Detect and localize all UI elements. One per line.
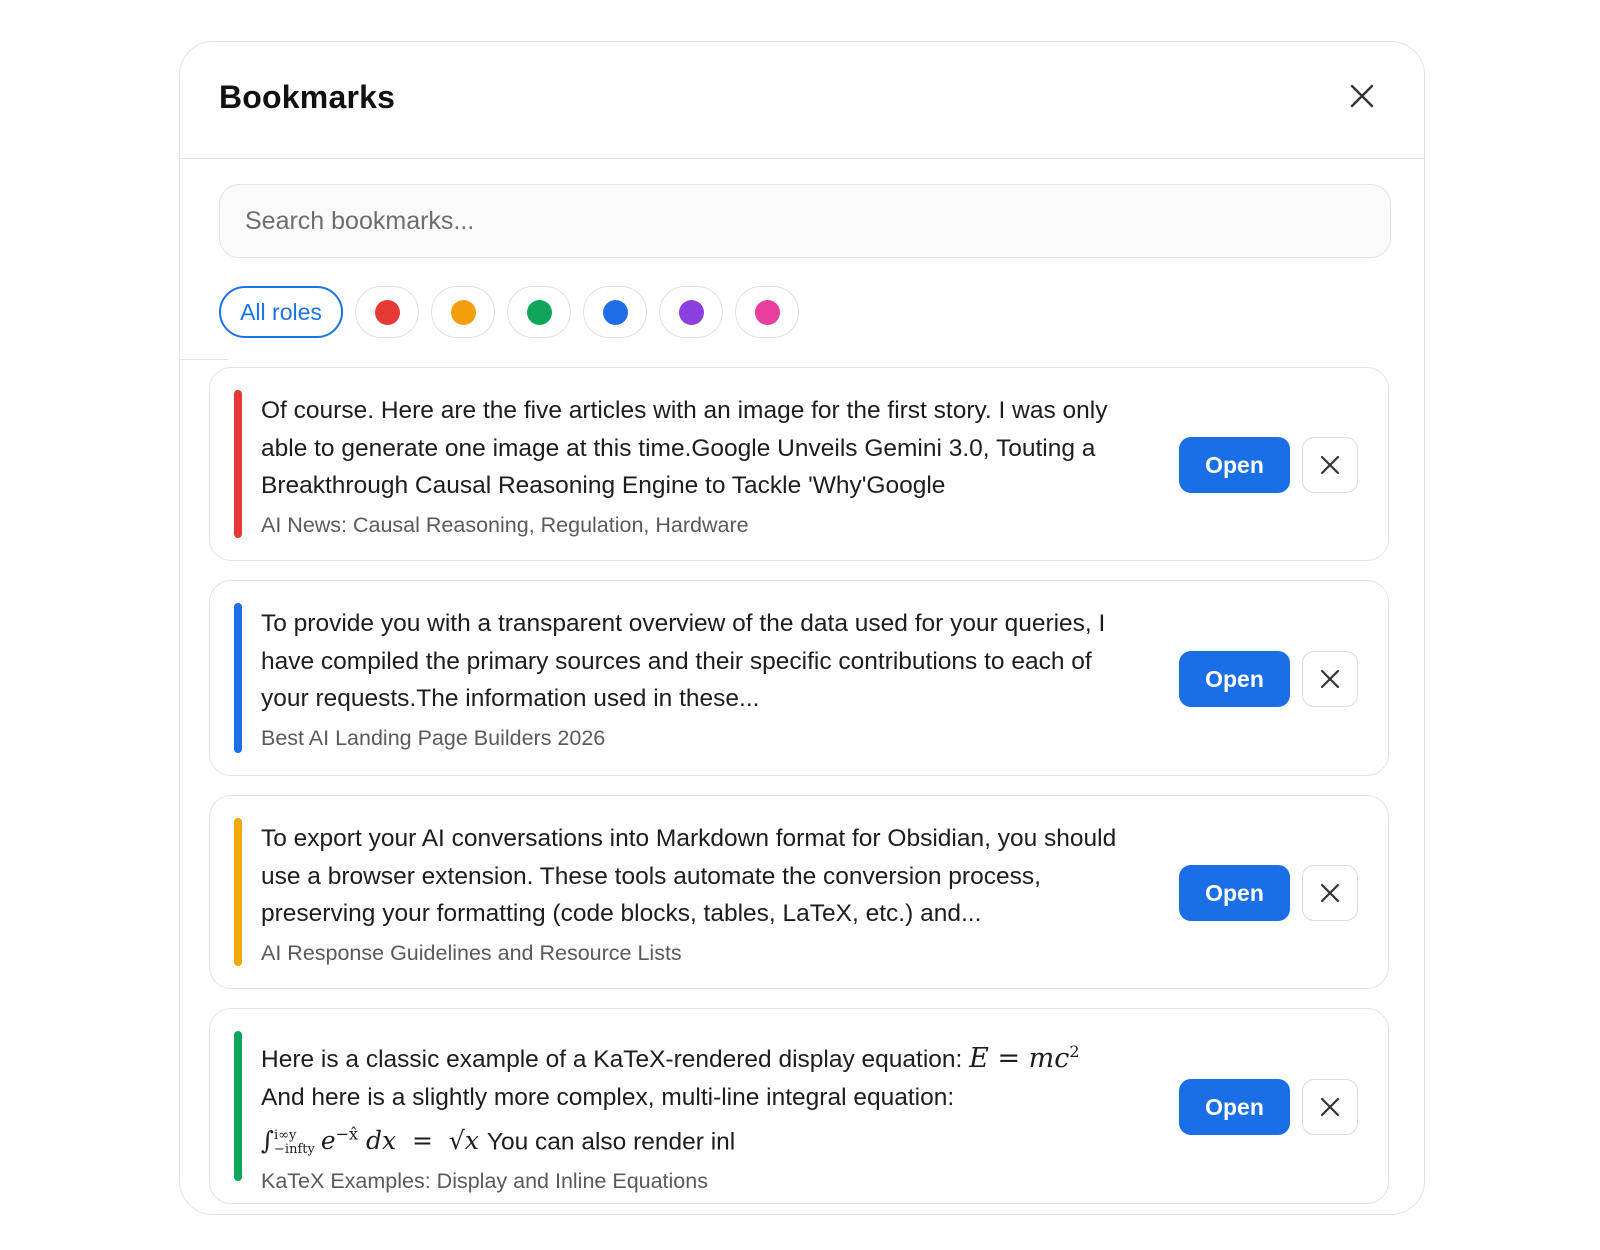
math-expression: E = mc: [969, 1043, 1070, 1074]
remove-bookmark-button[interactable]: [1302, 1079, 1358, 1135]
filter-orange[interactable]: [431, 286, 495, 338]
bookmark-content: To provide you with a transparent overvi…: [261, 605, 1146, 751]
green-dot-icon: [526, 299, 552, 325]
bookmark-list: Of course. Here are the five articles wi…: [209, 367, 1399, 1214]
search-input[interactable]: [219, 184, 1391, 258]
integral-sign: ∫: [261, 1126, 275, 1156]
dialog-header: Bookmarks: [180, 42, 1424, 159]
math-base: e: [320, 1126, 336, 1156]
filter-blue[interactable]: [583, 286, 647, 338]
role-filters: All roles: [219, 286, 799, 338]
bookmark-subtitle: Best AI Landing Page Builders 2026: [261, 725, 606, 750]
role-accent-bar: [234, 818, 242, 966]
bookmark-text: Here is a classic example of a KaTeX-ren…: [261, 1033, 1146, 1161]
close-icon: [1320, 669, 1340, 689]
bookmark-card: To provide you with a transparent overvi…: [209, 580, 1389, 776]
purple-dot-icon: [678, 299, 704, 325]
math-equation: E = mc2: [969, 1042, 1080, 1074]
bookmark-text: To provide you with a transparent overvi…: [261, 610, 1106, 712]
role-accent-bar: [234, 390, 242, 538]
text-line: And here is a slightly more complex, mul…: [261, 1083, 955, 1111]
dialog-title: Bookmarks: [219, 79, 396, 115]
remove-bookmark-button[interactable]: [1302, 865, 1358, 921]
bookmark-text: Of course. Here are the five articles wi…: [261, 397, 1108, 499]
bookmark-subtitle: KaTeX Examples: Display and Inline Equat…: [261, 1168, 708, 1193]
remove-bookmark-button[interactable]: [1302, 437, 1358, 493]
close-icon: [1320, 455, 1340, 475]
remove-bookmark-button[interactable]: [1302, 651, 1358, 707]
close-icon: [1320, 1097, 1340, 1117]
red-dot-icon: [374, 299, 400, 325]
close-icon: [1320, 883, 1340, 903]
blue-dot-icon: [602, 299, 628, 325]
filter-red[interactable]: [355, 286, 419, 338]
open-button[interactable]: Open: [1179, 865, 1290, 921]
bookmark-content: Of course. Here are the five articles wi…: [261, 392, 1146, 538]
filter-all-roles[interactable]: All roles: [219, 286, 343, 338]
close-icon: [1350, 84, 1374, 108]
divider: [180, 359, 228, 360]
math-exponent: −x̂: [335, 1125, 359, 1144]
integral-lower-limit: −infty: [274, 1141, 315, 1157]
text-line: You can also render inl: [486, 1128, 736, 1156]
bookmark-subtitle: AI News: Causal Reasoning, Regulation, H…: [261, 512, 749, 537]
text-line: Here is a classic example of a KaTeX-ren…: [261, 1046, 963, 1073]
bookmark-text: To export your AI conversations into Mar…: [261, 825, 1117, 927]
math-exponent: 2: [1069, 1042, 1080, 1061]
open-button[interactable]: Open: [1179, 437, 1290, 493]
filter-pink[interactable]: [735, 286, 799, 338]
bookmark-subtitle: AI Response Guidelines and Resource List…: [261, 940, 682, 965]
bookmarks-dialog: Bookmarks All roles Of course. Here are …: [179, 41, 1425, 1215]
filter-green[interactable]: [507, 286, 571, 338]
bookmark-card: To export your AI conversations into Mar…: [209, 795, 1389, 989]
math-sqrt: √x: [448, 1126, 479, 1156]
close-button[interactable]: [1342, 76, 1382, 116]
bookmark-content: To export your AI conversations into Mar…: [261, 820, 1146, 966]
bookmark-card: Of course. Here are the five articles wi…: [209, 367, 1389, 561]
role-accent-bar: [234, 1031, 242, 1181]
bookmark-content: Here is a classic example of a KaTeX-ren…: [261, 1033, 1146, 1194]
pink-dot-icon: [754, 299, 780, 325]
math-integral: ∫ i∞y −infty e−x̂ dx = √x: [261, 1125, 487, 1157]
open-button[interactable]: Open: [1179, 1079, 1290, 1135]
filter-purple[interactable]: [659, 286, 723, 338]
bookmark-card: Here is a classic example of a KaTeX-ren…: [209, 1008, 1389, 1204]
integral-upper-limit: i∞y: [274, 1127, 297, 1143]
role-accent-bar: [234, 603, 242, 753]
open-button[interactable]: Open: [1179, 651, 1290, 707]
orange-dot-icon: [450, 299, 476, 325]
math-differential: dx: [366, 1126, 397, 1156]
math-equals: =: [412, 1126, 433, 1156]
